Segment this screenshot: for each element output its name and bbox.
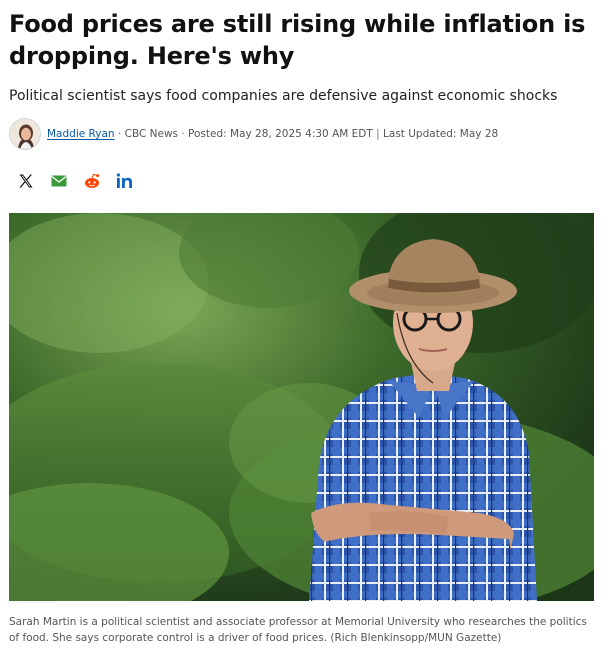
share-email-button[interactable] bbox=[49, 171, 69, 191]
linkedin-icon bbox=[116, 173, 132, 188]
share-x-button[interactable] bbox=[16, 171, 36, 191]
byline-text: Maddie Ryan · CBC News · Posted: May 28,… bbox=[47, 128, 498, 140]
email-icon bbox=[51, 175, 67, 187]
photo-caption: Sarah Martin is a political scientist an… bbox=[9, 616, 587, 644]
byline-separator: · bbox=[181, 128, 185, 140]
article-photo bbox=[9, 213, 594, 601]
reddit-icon bbox=[85, 173, 100, 188]
posted-date: Posted: May 28, 2025 4:30 AM EDT bbox=[188, 128, 373, 140]
outlet-name: CBC News bbox=[124, 128, 179, 140]
article-dek: Political scientist says food companies … bbox=[9, 88, 558, 104]
share-reddit-button[interactable] bbox=[82, 171, 102, 191]
author-avatar[interactable] bbox=[9, 118, 41, 150]
updated-date: Last Updated: May 28 bbox=[383, 128, 499, 140]
byline: Maddie Ryan · CBC News · Posted: May 28,… bbox=[9, 116, 594, 152]
author-link[interactable]: Maddie Ryan bbox=[47, 128, 115, 140]
share-bar bbox=[16, 171, 148, 191]
x-icon bbox=[19, 174, 33, 188]
byline-divider: | bbox=[376, 128, 380, 140]
share-linkedin-button[interactable] bbox=[115, 171, 135, 191]
article-headline: Food prices are still rising while infla… bbox=[9, 10, 586, 70]
byline-separator: · bbox=[117, 128, 122, 140]
